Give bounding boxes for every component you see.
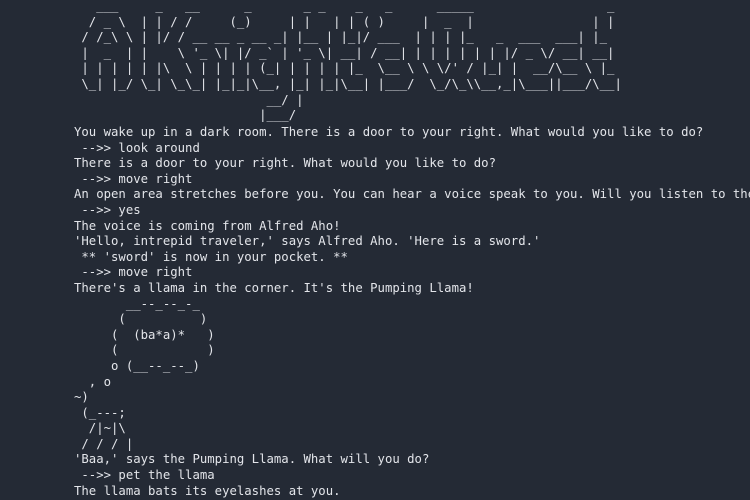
banner-line: \_| |_/ \_| \_\_| |_|_|\__, |_| |_|\__| … — [74, 76, 622, 91]
output-line: The voice is coming from Alfred Aho! — [74, 218, 341, 233]
banner-line: / _ \ | | / / (_) | | | | ( ) | _ | | | — [74, 14, 615, 29]
llama-art-line: ( ) — [74, 343, 215, 358]
ascii-title-banner: ___ _ __ _ _ _ _ _ _____ _ / _ \ | | / /… — [74, 0, 622, 124]
inventory-notice: ** 'sword' is now in your pocket. ** — [74, 249, 348, 264]
banner-line: |___/ — [74, 108, 297, 123]
banner-line: / /_\ \ | |/ / __ __ _ __ _| |__ | |_|/ … — [74, 30, 608, 45]
llama-art-line: __--_--_-_ — [74, 296, 200, 311]
command-line: -->> yes — [74, 202, 141, 217]
command-line: -->> look around — [74, 140, 200, 155]
output-line: 'Baa,' says the Pumping Llama. What will… — [74, 452, 430, 467]
llama-art-line: (_---; — [74, 405, 126, 420]
llama-art-line: / / / | — [74, 436, 134, 451]
output-line: The llama bats its eyelashes at you. — [74, 483, 341, 498]
llama-art-line: , o — [74, 374, 112, 389]
game-transcript: You wake up in a dark room. There is a d… — [74, 125, 750, 499]
terminal-window[interactable]: ___ _ __ _ _ _ _ _ _____ _ / _ \ | | / /… — [0, 0, 750, 500]
command-line: -->> move right — [74, 171, 193, 186]
output-line: There is a door to your right. What woul… — [74, 156, 496, 171]
banner-line: | | | | | |\ \ | | | | (_| | | | | |_ \_… — [74, 61, 615, 76]
llama-art-line: ( ) — [74, 312, 208, 327]
output-line: There's a llama in the corner. It's the … — [74, 280, 474, 295]
llama-art-line: o (__--_--_) — [74, 358, 200, 373]
output-line: You wake up in a dark room. There is a d… — [74, 125, 704, 139]
llama-art-line: ( (ba*a)* ) — [74, 327, 215, 342]
banner-line: __/ | — [74, 92, 304, 107]
llama-art-line: /|~|\ — [74, 421, 126, 436]
output-line: 'Hello, intrepid traveler,' says Alfred … — [74, 234, 541, 249]
output-line: An open area stretches before you. You c… — [74, 187, 750, 202]
command-line: -->> move right — [74, 265, 193, 280]
banner-line: ___ _ __ _ _ _ _ _ _____ _ — [74, 0, 615, 13]
command-line: -->> pet the llama — [74, 468, 215, 483]
llama-art-line: ~) — [74, 390, 89, 405]
banner-line: | _ | | \ '_ \| |/ _` | '_ \| __| / __| … — [74, 45, 615, 60]
